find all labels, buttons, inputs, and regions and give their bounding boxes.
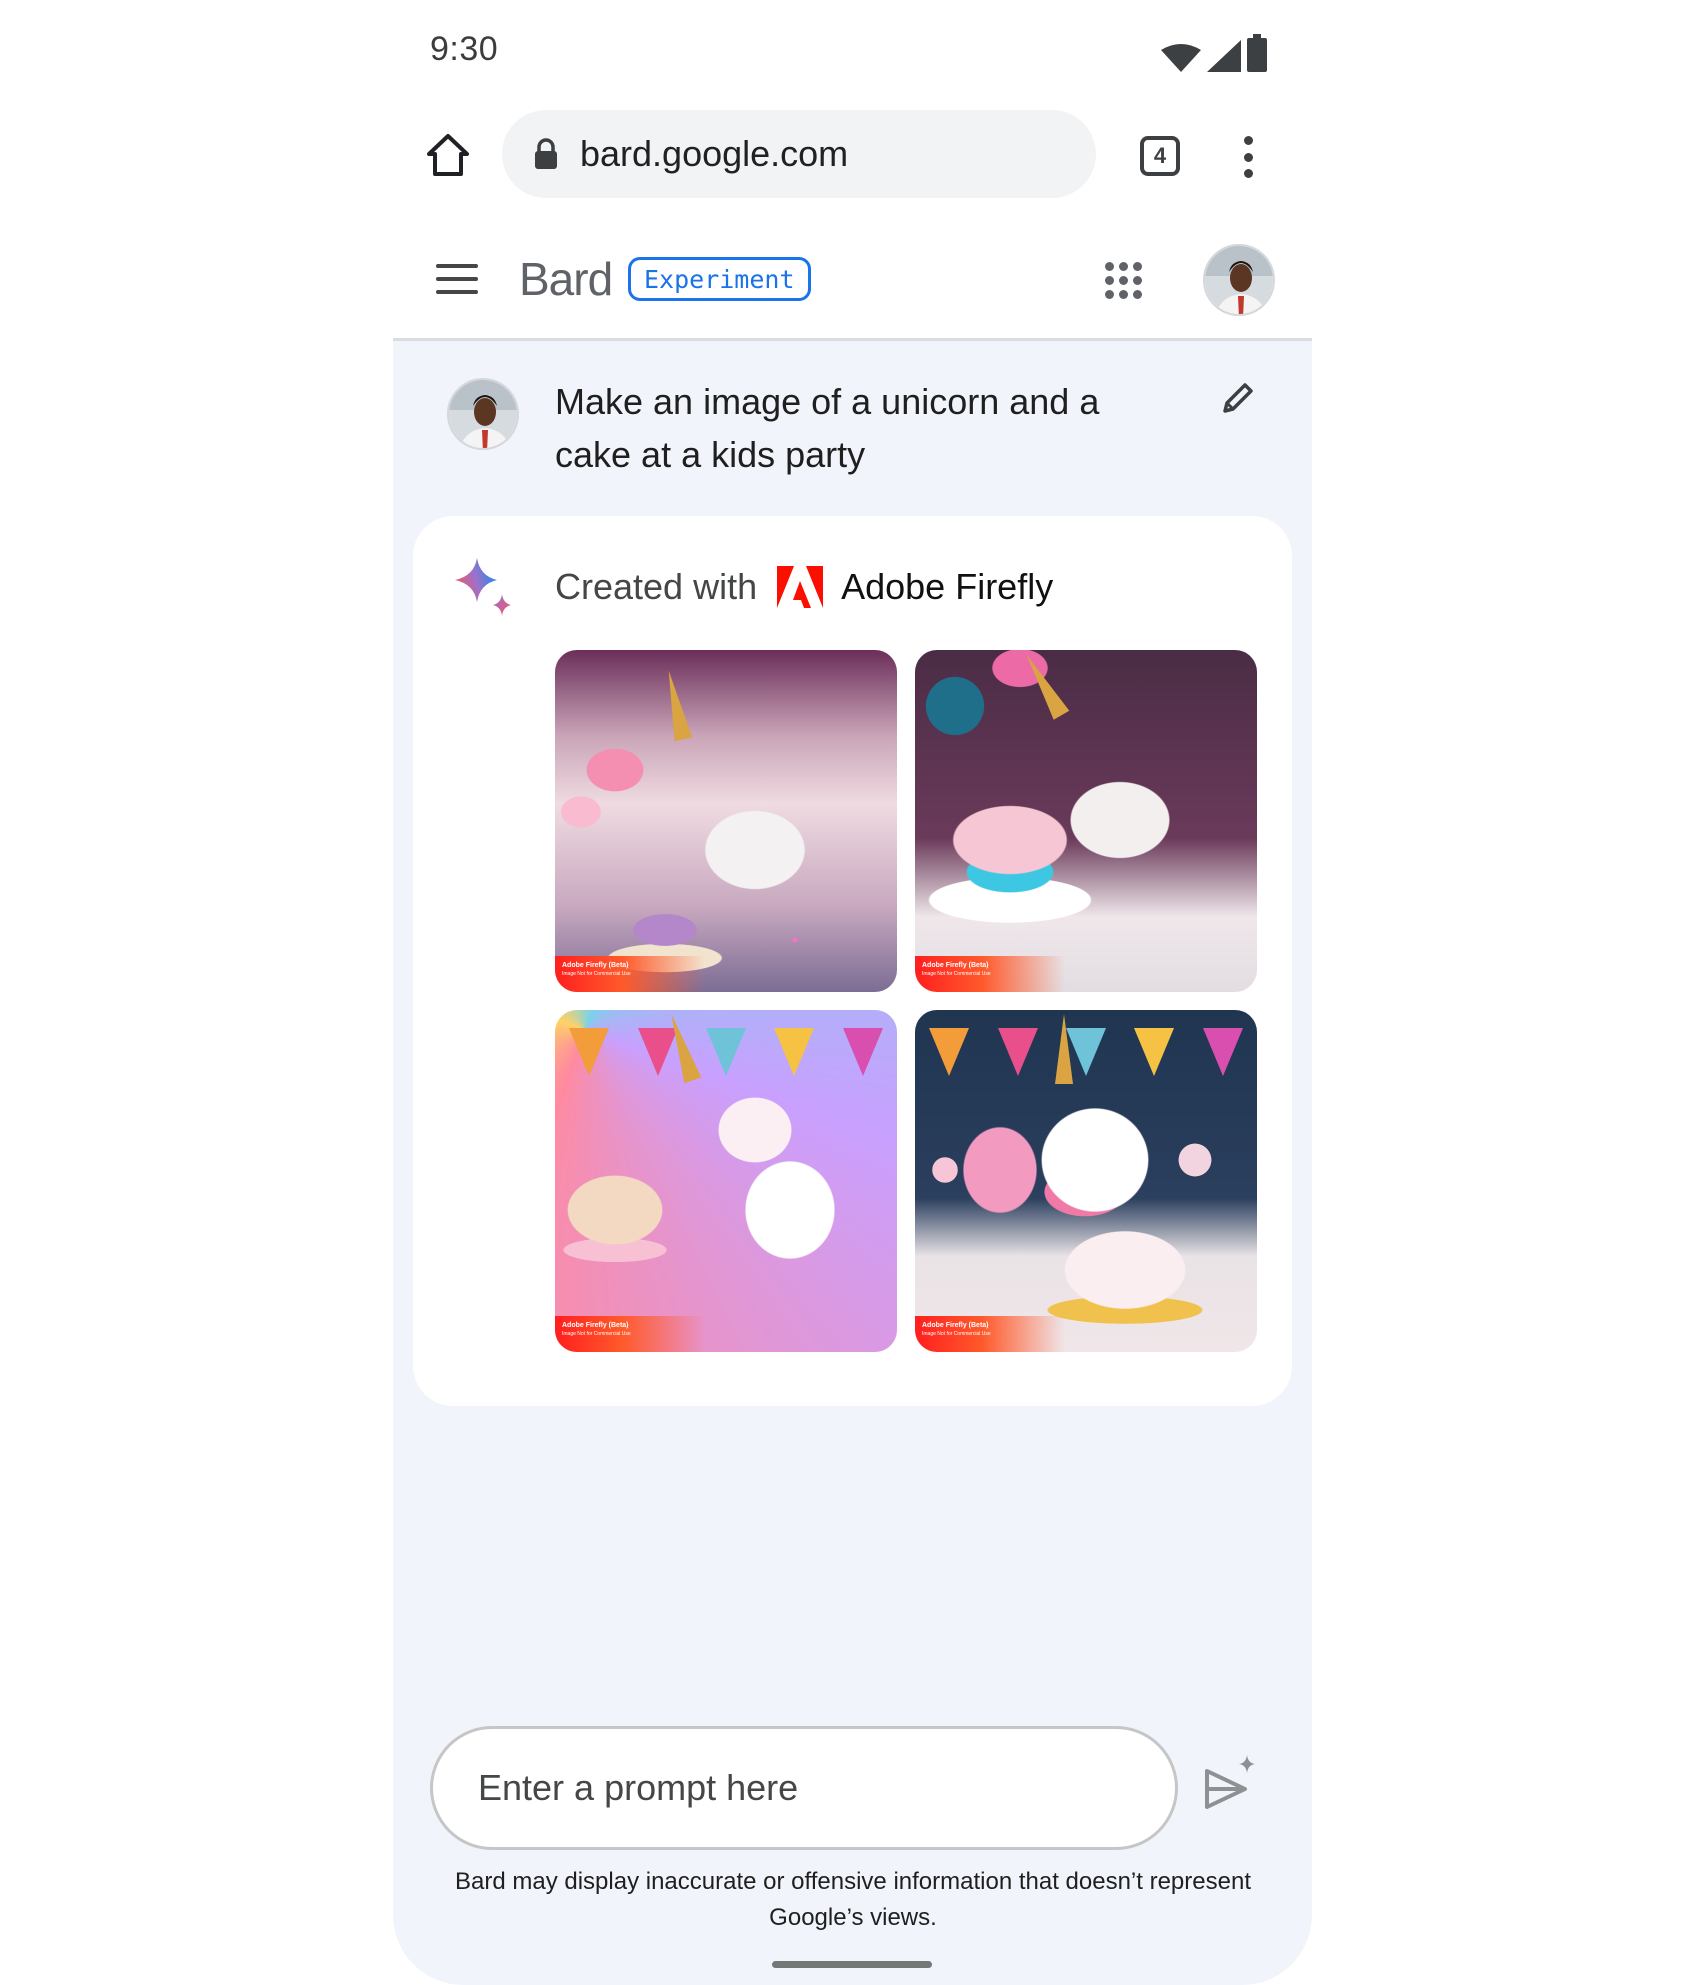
status-time: 9:30 xyxy=(430,30,499,68)
apps-grid-icon[interactable] xyxy=(1105,262,1143,300)
home-button[interactable] xyxy=(425,132,471,178)
experiment-badge: Experiment xyxy=(628,257,811,301)
generated-images-grid: Adobe Firefly (Beta) Image Not for Comme… xyxy=(555,650,1257,1352)
send-button[interactable] xyxy=(1203,1753,1259,1813)
response-card: Created with Adobe Firefly Adobe Firefly… xyxy=(413,516,1292,1406)
gesture-home-indicator[interactable] xyxy=(772,1961,932,1968)
tab-count: 4 xyxy=(1153,143,1167,168)
signal-icon xyxy=(1207,40,1241,72)
edit-prompt-button[interactable] xyxy=(1219,381,1255,417)
menu-icon[interactable] xyxy=(436,264,478,294)
firefly-watermark: Adobe Firefly (Beta) Image Not for Comme… xyxy=(555,956,705,992)
firefly-watermark: Adobe Firefly (Beta) Image Not for Comme… xyxy=(915,956,1065,992)
generated-image[interactable]: Adobe Firefly (Beta) Image Not for Comme… xyxy=(555,650,897,992)
tab-switcher-button[interactable]: 4 xyxy=(1140,136,1180,176)
url-text: bard.google.com xyxy=(580,133,849,174)
disclaimer-text: Bard may display inaccurate or offensive… xyxy=(455,1868,1251,1931)
firefly-watermark: Adobe Firefly (Beta) Image Not for Comme… xyxy=(915,1316,1065,1352)
bunting-flags xyxy=(915,1028,1257,1088)
more-vert-icon[interactable] xyxy=(1238,136,1258,178)
user-prompt: Make an image of a unicorn and a cake at… xyxy=(555,381,1100,475)
generated-image[interactable]: Adobe Firefly (Beta) Image Not for Comme… xyxy=(555,1010,897,1352)
created-with-label: Created with xyxy=(555,566,758,607)
status-icons xyxy=(1161,34,1267,72)
account-avatar[interactable] xyxy=(1203,244,1275,316)
provider-name: Adobe Firefly xyxy=(841,566,1054,607)
adobe-logo-icon xyxy=(777,566,824,608)
firefly-watermark: Adobe Firefly (Beta) Image Not for Comme… xyxy=(555,1316,705,1352)
prompt-input[interactable] xyxy=(478,1767,1175,1809)
pencil-icon xyxy=(1223,383,1253,413)
generated-image[interactable]: Adobe Firefly (Beta) Image Not for Comme… xyxy=(915,650,1257,992)
prompt-input-container[interactable] xyxy=(430,1726,1178,1850)
send-sparkle-icon xyxy=(1205,1755,1255,1809)
bard-sparkle-icon xyxy=(455,558,511,616)
created-with-header: Created with Adobe Firefly xyxy=(555,566,1053,608)
generated-image[interactable]: Adobe Firefly (Beta) Image Not for Comme… xyxy=(915,1010,1257,1352)
user-avatar xyxy=(447,378,519,450)
home-icon xyxy=(427,134,469,176)
battery-icon xyxy=(1247,34,1267,72)
chat-area: Make an image of a unicorn and a cake at… xyxy=(393,341,1312,1985)
avatar-image xyxy=(449,380,517,448)
phone-screen: 9:30 bard.google.com 4 Bard Experiment M… xyxy=(393,0,1312,1985)
url-bar[interactable]: bard.google.com xyxy=(502,110,1096,198)
app-title: Bard xyxy=(519,253,613,305)
avatar-image xyxy=(1205,246,1273,314)
wifi-icon xyxy=(1161,44,1201,72)
lock-icon xyxy=(535,138,557,169)
bunting-flags xyxy=(555,1028,897,1088)
